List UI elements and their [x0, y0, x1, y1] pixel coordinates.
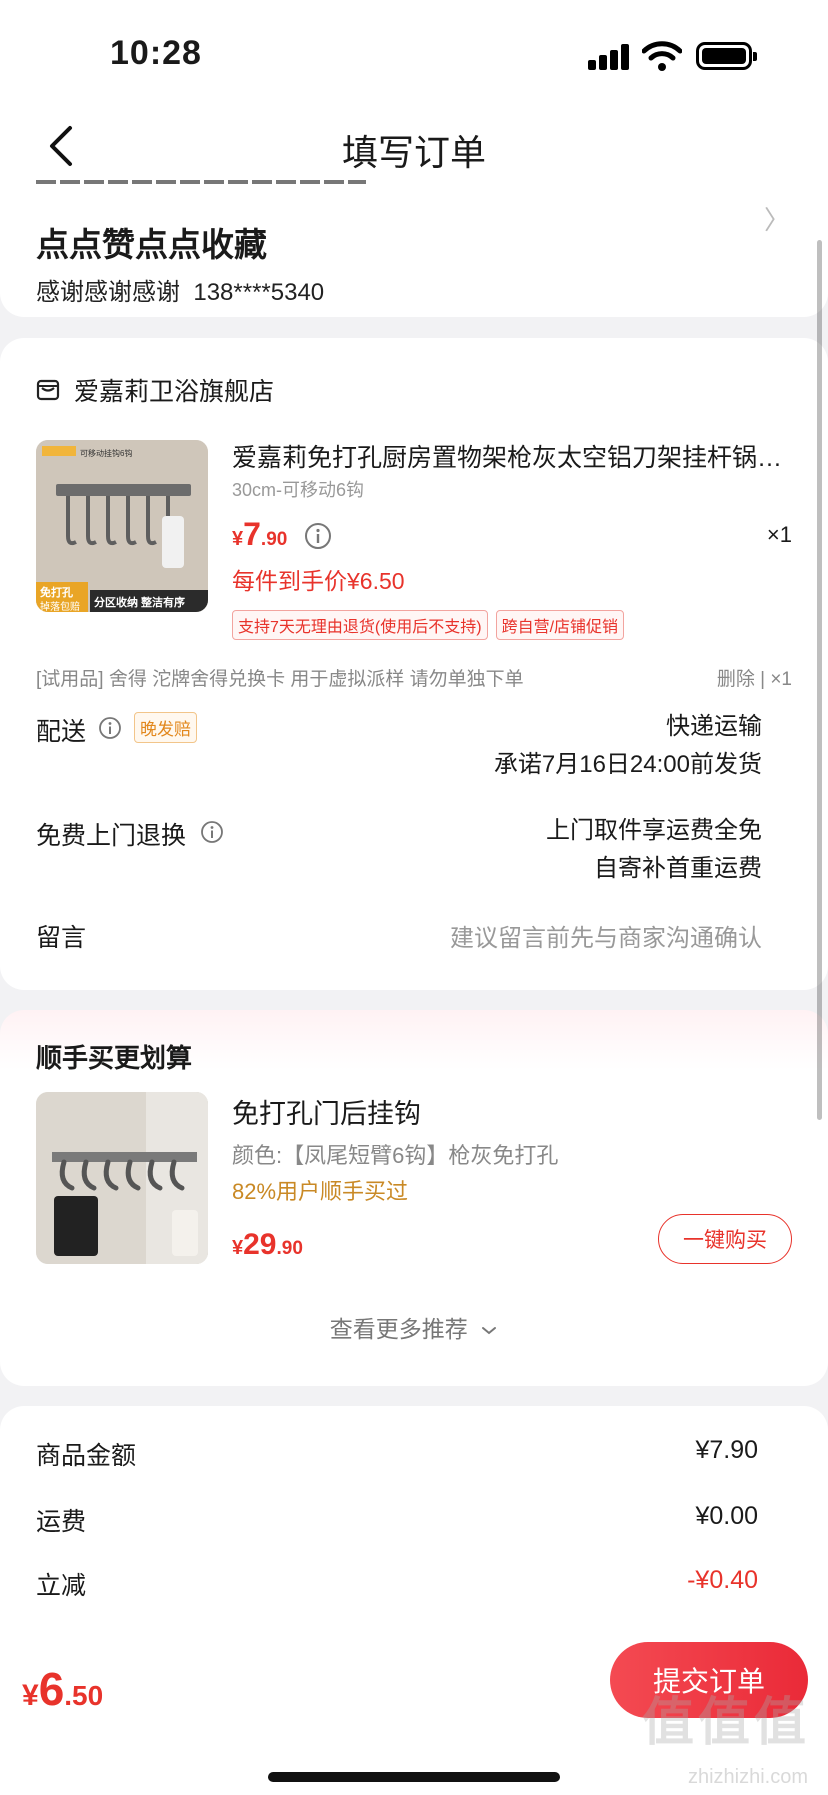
recommend-product-spec: 颜色:【凤尾短臂6钩】枪灰免打孔	[232, 1143, 559, 1168]
home-indicator[interactable]	[268, 1772, 560, 1782]
product-price: ¥7.90	[232, 516, 288, 552]
late-compensation-badge: 晚发赔	[134, 712, 197, 743]
delivery-promise: 承诺7月16日24:00前发货	[493, 751, 762, 778]
product-quantity[interactable]: ×1	[767, 522, 792, 548]
delivery-info[interactable]: 快递运输 承诺7月16日24:00前发货	[494, 708, 762, 784]
wifi-icon	[642, 41, 682, 71]
one-click-buy-button[interactable]: 一键购买	[658, 1214, 792, 1264]
cellular-signal-icon	[588, 44, 630, 70]
product-tags: 支持7天无理由退货(使用后不支持) 跨自营/店铺促销	[232, 610, 625, 640]
discount-label: 立减	[36, 1572, 87, 1600]
nav-bar: 填写订单	[0, 110, 828, 180]
chevron-right-icon: 〉	[763, 205, 790, 235]
free-return-label: 免费上门退换	[36, 822, 187, 850]
message-label: 留言	[36, 924, 87, 952]
tag-promotion: 跨自营/店铺促销	[495, 610, 625, 640]
after-coupon-price: 每件到手价¥6.50	[232, 568, 405, 594]
tag-return-policy: 支持7天无理由退货(使用后不支持)	[232, 610, 488, 640]
chevron-down-icon	[482, 1326, 497, 1335]
status-time: 10:28	[110, 34, 202, 72]
delivery-info-icon[interactable]	[98, 716, 122, 740]
message-input[interactable]: 建议留言前先与商家沟通确认	[450, 918, 762, 953]
watermark-url: zhizhizhi.com	[687, 1766, 808, 1788]
checkout-bar: ¥6.50 提交订单 值值值 zhizhizhi.com	[0, 1610, 828, 1795]
scrollbar[interactable]	[817, 240, 822, 1120]
recommend-product-image[interactable]	[36, 1092, 208, 1264]
order-card: 爱嘉莉卫浴旗舰店 可移动挂钩6钩 免打孔 掉落包赔 分区收纳 整洁有序 爱嘉莉免…	[0, 338, 828, 990]
shipping-value: ¥0.00	[695, 1502, 758, 1530]
delivery-label: 配送	[36, 718, 87, 746]
battery-icon	[696, 42, 757, 70]
store-name: 爱嘉莉卫浴旗舰店	[74, 378, 275, 406]
recommend-bought-ratio: 82%用户顺手买过	[232, 1179, 409, 1204]
goods-amount-label: 商品金额	[36, 1442, 137, 1470]
product-image[interactable]: 可移动挂钩6钩 免打孔 掉落包赔 分区收纳 整洁有序	[36, 440, 208, 612]
store-icon	[36, 379, 60, 401]
recommend-title: 顺手买更划算	[36, 1043, 193, 1073]
view-more-recommend[interactable]: 查看更多推荐	[0, 1310, 828, 1344]
watermark-logo: 值值值	[641, 1694, 810, 1752]
free-return-info: 上门取件享运费全免 自寄补首重运费	[546, 812, 762, 888]
product-spec[interactable]: 30cm-可移动6钩	[232, 476, 364, 502]
image-top-text: 可移动挂钩6钩	[80, 449, 133, 458]
delivery-method: 快递运输	[666, 713, 762, 740]
status-bar: 10:28	[0, 0, 828, 110]
image-badge-2: 掉落包赔	[40, 602, 80, 612]
store-row[interactable]: 爱嘉莉卫浴旗舰店	[36, 372, 274, 408]
address-name: 点点赞点点收藏	[36, 226, 267, 263]
product-title[interactable]: 爱嘉莉免打孔厨房置物架枪灰太空铝刀架挂杆锅…	[232, 438, 792, 474]
recommend-product-price: ¥29.90	[232, 1228, 303, 1261]
free-return-line1: 上门取件享运费全免	[546, 817, 762, 844]
total-price: ¥6.50	[22, 1663, 104, 1715]
free-return-info-icon[interactable]	[200, 820, 224, 844]
price-info-icon[interactable]	[304, 522, 332, 550]
image-banner: 分区收纳 整洁有序	[94, 597, 186, 609]
address-contact: 感谢感谢感谢 138****5340	[36, 279, 325, 306]
free-return-line2: 自寄补首重运费	[594, 855, 762, 882]
goods-amount-value: ¥7.90	[695, 1436, 758, 1464]
recommend-product-name[interactable]: 免打孔门后挂钩	[232, 1092, 421, 1131]
trial-item-text: [试用品] 舍得 沱牌舍得兑换卡 用于虚拟派样 请勿单独下单	[36, 669, 524, 690]
discount-value[interactable]: -¥0.40	[687, 1566, 758, 1595]
trial-item-actions[interactable]: 删除 | ×1	[717, 664, 792, 691]
shipping-label: 运费	[36, 1508, 87, 1536]
page-title: 填写订单	[341, 132, 486, 173]
recommend-card: 顺手买更划算 免打孔门后挂钩 颜色:【凤尾短臂6钩】枪灰免打孔 82%用户顺手买…	[0, 1010, 828, 1386]
